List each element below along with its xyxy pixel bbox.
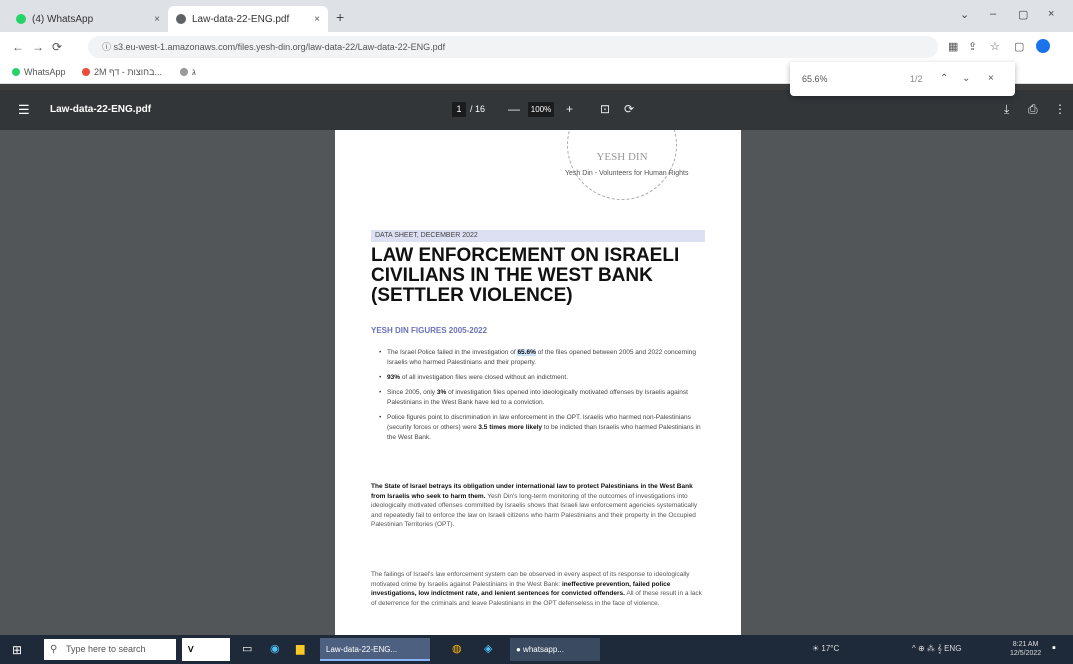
notifications-icon[interactable]: ▪ (1052, 642, 1056, 654)
tab-label: Law-data-22-ENG.pdf (192, 13, 290, 25)
search-placeholder: Type here to search (66, 644, 146, 654)
close-window-button[interactable]: × (1048, 8, 1054, 20)
taskbar: ⊞ ⚲ Type here to search ᐯ ▭ ◉ ▆ Law-data… (0, 635, 1073, 664)
profile-avatar[interactable] (1036, 39, 1050, 53)
datasheet-label: DATA SHEET, DECEMBER 2022 (371, 230, 705, 242)
bookmark-star-icon[interactable]: ☆ (990, 40, 1000, 53)
find-bar: 65.6% 1/2 ⌃ ⌄ × (790, 62, 1015, 96)
bookmark-label: ג (192, 67, 196, 77)
close-icon[interactable]: × (154, 14, 160, 25)
extension-icon[interactable]: ▦ (948, 40, 958, 53)
edge-icon[interactable]: ◉ (270, 642, 280, 655)
date: 12/5/2022 (1010, 650, 1042, 657)
explorer-icon[interactable]: ▆ (296, 642, 304, 655)
tab-whatsapp[interactable]: (4) WhatsApp × (8, 6, 168, 32)
key-findings-list: The Israel Police failed in the investig… (379, 348, 707, 448)
tab-search-icon[interactable]: ⌄ (960, 8, 969, 21)
list-item: Since 2005, only 3% of investigation fil… (379, 388, 707, 408)
bookmark-icon (82, 68, 90, 76)
close-icon[interactable]: × (314, 14, 320, 25)
globe-icon (176, 14, 186, 24)
app-icon[interactable]: ◍ (452, 642, 462, 655)
bookmark-whatsapp[interactable]: WhatsApp (12, 67, 66, 77)
reload-button[interactable]: ⟳ (52, 40, 62, 54)
find-count: 1/2 (910, 74, 923, 84)
page-number-input[interactable]: 1 (452, 102, 466, 117)
find-prev-button[interactable]: ⌃ (940, 73, 948, 84)
minimize-button[interactable]: – (990, 8, 996, 20)
menu-icon[interactable]: ☰ (18, 102, 30, 118)
tab-label: (4) WhatsApp (32, 13, 94, 25)
bookmark-2m[interactable]: 2M בחוצות - דף... (82, 67, 162, 77)
zoom-input[interactable]: 100% (528, 102, 554, 117)
whatsapp-icon (16, 14, 26, 24)
page-total: / 16 (470, 104, 486, 114)
maximize-button[interactable]: ▢ (1018, 8, 1028, 21)
app-icon[interactable]: ◈ (484, 642, 492, 655)
url-text: s3.eu-west-1.amazonaws.com/files.yesh-di… (113, 42, 446, 52)
new-tab-button[interactable]: + (336, 9, 344, 25)
back-button[interactable]: ← (12, 40, 24, 54)
pdf-toolbar: ☰ Law-data-22-ENG.pdf 1 / 16 — 100% + ⊡ … (0, 90, 1073, 130)
stamp-logo: YESH DIN (567, 130, 677, 200)
time: 8:21 AM (1012, 641, 1039, 648)
tab-strip: (4) WhatsApp × Law-data-22-ENG.pdf × + ⌄… (0, 0, 1073, 32)
pdf-filename: Law-data-22-ENG.pdf (50, 104, 152, 115)
share-icon[interactable]: ⇪ (968, 40, 977, 53)
taskbar-app-whatsapp[interactable]: ● whatsapp... (510, 638, 600, 661)
bookmark-label: WhatsApp (24, 67, 66, 77)
body-paragraph: The failings of Israel's law enforcement… (371, 571, 702, 607)
weather-widget[interactable]: ☀ 17°C (812, 644, 839, 653)
pdf-viewer[interactable]: YESH DIN Yesh Din - Volunteers for Human… (0, 130, 1073, 635)
bookmark-icon (180, 68, 188, 76)
rotate-icon[interactable]: ⟳ (624, 102, 634, 116)
document-title: LAW ENFORCEMENT ON ISRAELI CIVILIANS IN … (371, 245, 680, 306)
address-bar[interactable]: ⓘ s3.eu-west-1.amazonaws.com/files.yesh-… (88, 36, 938, 58)
document-subtitle: YESH DIN FIGURES 2005-2022 (371, 326, 488, 335)
list-item: Police figures point to discrimination i… (379, 413, 707, 443)
find-next-button[interactable]: ⌄ (962, 73, 970, 84)
pdf-page: YESH DIN Yesh Din - Volunteers for Human… (335, 130, 741, 635)
body-paragraph: The State of Israel betrays its obligati… (371, 483, 698, 528)
bookmark-label: 2M בחוצות - דף... (94, 67, 162, 77)
clock[interactable]: 8:21 AM 12/5/2022 (1010, 640, 1041, 658)
stamp-text: YESH DIN (596, 151, 648, 163)
list-item: 93% of all investigation files were clos… (379, 373, 707, 383)
print-icon[interactable]: ⎙ (1028, 102, 1038, 117)
zoom-out-button[interactable]: — (508, 102, 520, 116)
bookmark-other[interactable]: ג (180, 67, 196, 77)
start-button[interactable]: ⊞ (12, 643, 22, 657)
tab-pdf[interactable]: Law-data-22-ENG.pdf × (168, 6, 328, 32)
fit-page-icon[interactable]: ⊡ (600, 102, 610, 116)
taskbar-search[interactable]: ⚲ Type here to search (44, 639, 176, 660)
find-close-button[interactable]: × (988, 73, 994, 84)
whatsapp-icon (12, 68, 20, 76)
taskbar-app-chrome[interactable]: Law-data-22-ENG... (320, 638, 430, 661)
more-options-icon[interactable]: ⋮ (1054, 102, 1066, 116)
download-icon[interactable]: ⤓ (1004, 102, 1009, 117)
system-tray[interactable]: ^ ⊕ ⁂ 𝄞 ENG (912, 644, 961, 654)
side-panel-icon[interactable]: ▢ (1014, 40, 1024, 53)
org-line: Yesh Din - Volunteers for Human Rights (565, 170, 689, 177)
taskbar-app[interactable]: ᐯ (182, 638, 230, 661)
forward-button[interactable]: → (32, 40, 44, 54)
find-input[interactable]: 65.6% (802, 74, 828, 84)
site-info-icon[interactable]: ⓘ (102, 42, 111, 52)
search-icon: ⚲ (50, 644, 58, 655)
task-view-icon[interactable]: ▭ (242, 642, 252, 655)
list-item: The Israel Police failed in the investig… (379, 348, 707, 368)
zoom-in-button[interactable]: + (566, 102, 573, 116)
browser-toolbar: ← → ⟳ ⓘ s3.eu-west-1.amazonaws.com/files… (0, 32, 1073, 62)
